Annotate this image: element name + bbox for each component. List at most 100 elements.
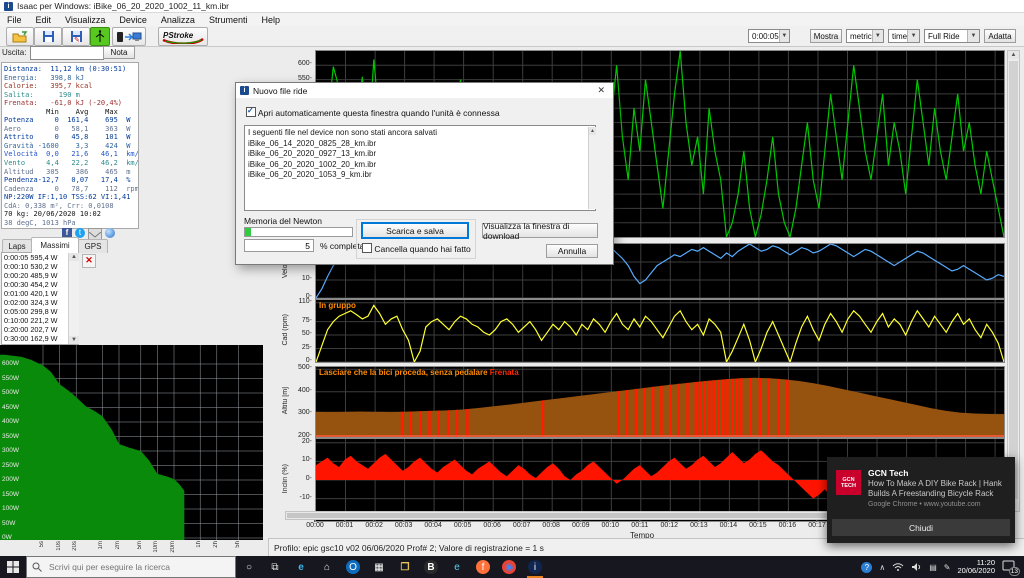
menu-analizza[interactable]: Analizza bbox=[154, 15, 202, 25]
start-button[interactable] bbox=[0, 556, 26, 578]
taskbar-icon-cortana[interactable]: ○ bbox=[236, 556, 262, 578]
auto-open-label: Apri automaticamente questa finestra qua… bbox=[258, 108, 500, 118]
action-center-icon[interactable]: 13 bbox=[1002, 560, 1018, 574]
taskbar-icon-firefox[interactable]: f bbox=[470, 556, 496, 578]
file-list-item[interactable]: iBike_06_20_2020_0927_13_km.ibr bbox=[248, 149, 592, 160]
stat-line: Cadenza 0 78,7 112 rpm bbox=[4, 185, 138, 194]
taskbar-search[interactable] bbox=[26, 556, 236, 578]
home-icon: ⌂ bbox=[320, 560, 334, 574]
taskbar-icon-task-view[interactable]: ⧉ bbox=[262, 556, 288, 578]
max-list-item[interactable]: 0:30:00 162,9 W bbox=[2, 334, 78, 343]
uscita-input[interactable] bbox=[30, 46, 104, 60]
file-list-scrollbar[interactable]: ▲ bbox=[588, 127, 596, 209]
menu-help[interactable]: Help bbox=[254, 15, 287, 25]
taskbar-icon-internet-explorer[interactable]: e bbox=[444, 556, 470, 578]
adatta-button[interactable]: Adatta bbox=[984, 29, 1016, 43]
nota-button[interactable]: Nota bbox=[103, 46, 135, 59]
taskbar-clock[interactable]: 11:20 20/06/2020 bbox=[957, 559, 995, 576]
percent-value-field[interactable]: 5 bbox=[244, 239, 314, 252]
open-file-button[interactable] bbox=[6, 27, 34, 46]
unsaved-files-list[interactable]: I seguenti file nel device non sono stat… bbox=[244, 125, 596, 211]
max-list-item[interactable]: 0:01:00 420,1 W bbox=[2, 289, 78, 298]
taskbar-icon-home[interactable]: ⌂ bbox=[314, 556, 340, 578]
v-scroll-thumb[interactable] bbox=[1009, 61, 1018, 499]
wifi-icon[interactable] bbox=[892, 562, 904, 572]
notification-close-button[interactable]: Chiudi bbox=[832, 519, 1010, 536]
download-from-device-button[interactable] bbox=[112, 27, 146, 46]
max-list-scrollbar[interactable]: ▲ ▼ bbox=[68, 253, 79, 344]
dialog-title-bar[interactable]: i Nuovo file ride ✕ bbox=[236, 83, 613, 98]
taskbar-icon-file-explorer[interactable]: ❐ bbox=[392, 556, 418, 578]
x-tick-label: 00:01 bbox=[330, 522, 360, 529]
auto-open-checkbox[interactable] bbox=[246, 107, 256, 117]
file-list-item[interactable]: iBike_06_14_2020_0825_28_km.ibr bbox=[248, 139, 592, 150]
x-tick-label: 00:12 bbox=[654, 522, 684, 529]
max-list-item[interactable]: 0:10:00 221,2 W bbox=[2, 316, 78, 325]
cancel-button[interactable]: Annulla bbox=[546, 244, 598, 258]
max-list-item[interactable]: 0:00:30 454,2 W bbox=[2, 280, 78, 289]
dialog-close-icon[interactable]: ✕ bbox=[593, 85, 609, 96]
stat-line: Distanza: 11,12 km (0:30:51) bbox=[4, 65, 138, 74]
pdc-x-label-text: 5m bbox=[137, 541, 143, 549]
annotation-text: Frenata bbox=[490, 368, 519, 377]
taskbar-icon-edge[interactable]: e bbox=[288, 556, 314, 578]
charts-v-scrollbar[interactable]: ▲ ▼ bbox=[1007, 50, 1020, 512]
taskbar-icon-isaac-app[interactable]: i bbox=[522, 556, 548, 578]
xaxis-select[interactable]: time▼ bbox=[888, 29, 920, 43]
max-list-item[interactable]: 0:05:00 299,8 W bbox=[2, 307, 78, 316]
max-list-item[interactable]: 0:20:00 202,7 W bbox=[2, 325, 78, 334]
taskbar-icon-chrome[interactable]: ◉ bbox=[496, 556, 522, 578]
delete-when-done-checkbox[interactable] bbox=[362, 243, 372, 253]
tab-gps[interactable]: GPS bbox=[78, 239, 108, 253]
delete-entry-button[interactable]: ✕ bbox=[82, 254, 96, 268]
menu-visualizza[interactable]: Visualizza bbox=[58, 15, 112, 25]
volume-icon[interactable] bbox=[911, 562, 922, 572]
scroll-up-icon[interactable]: ▲ bbox=[1008, 51, 1019, 59]
scroll-up-icon[interactable]: ▲ bbox=[69, 253, 79, 261]
taskbar-icon-b-app[interactable]: B bbox=[418, 556, 444, 578]
notification-toast[interactable]: GCN TECH GCN Tech How To Make A DIY Bike… bbox=[827, 457, 1015, 543]
delete-when-done-row[interactable]: Cancella quando hai fatto bbox=[362, 243, 471, 254]
taskbar-icon-store[interactable]: ▦ bbox=[366, 556, 392, 578]
max-list-item[interactable]: 0:00:10 530,2 W bbox=[2, 262, 78, 271]
notification-body[interactable]: How To Make A DIY Bike Rack | Hank Build… bbox=[868, 479, 1008, 498]
file-list-item[interactable]: iBike_06_20_2020_1053_9_km.ibr bbox=[248, 170, 592, 181]
stat-line: Calorie: 395,7 kcal bbox=[4, 82, 138, 91]
pdc-x-label-text: 10m bbox=[153, 541, 159, 553]
scroll-down-icon[interactable]: ▼ bbox=[69, 336, 79, 344]
power-duration-chart[interactable] bbox=[0, 345, 263, 540]
max-list-item[interactable]: 0:00:05 595,4 W bbox=[2, 253, 78, 262]
pen-icon[interactable]: ✎ bbox=[944, 563, 951, 572]
menu-device[interactable]: Device bbox=[112, 15, 154, 25]
chevron-up-icon[interactable]: ∧ bbox=[879, 563, 885, 572]
mostra-button[interactable]: Mostra bbox=[810, 29, 842, 43]
keyboard-icon[interactable]: ▤ bbox=[929, 563, 937, 572]
units-select[interactable]: metric▼ bbox=[846, 29, 884, 43]
menu-strumenti[interactable]: Strumenti bbox=[202, 15, 255, 25]
help-icon[interactable]: ? bbox=[861, 562, 872, 573]
search-input[interactable] bbox=[47, 561, 231, 573]
file-list-item[interactable]: iBike_06_20_2020_1002_20_km.ibr bbox=[248, 160, 592, 171]
time-window-select[interactable]: 0:00:05▼ bbox=[748, 29, 790, 43]
max-list-item[interactable]: 0:00:20 485,9 W bbox=[2, 271, 78, 280]
save-button[interactable] bbox=[34, 27, 62, 46]
menu-file[interactable]: File bbox=[0, 15, 29, 25]
stat-line: Salita: 190 m bbox=[4, 91, 138, 100]
uscita-label: Uscita: bbox=[2, 48, 26, 57]
download-save-button[interactable]: Scarica e salva bbox=[362, 223, 468, 238]
auto-open-row[interactable]: Apri automaticamente questa finestra qua… bbox=[246, 107, 500, 118]
earth-icon[interactable] bbox=[105, 228, 115, 238]
max-list-item[interactable]: 0:02:00 324,3 W bbox=[2, 298, 78, 307]
range-select[interactable]: Full Ride▼ bbox=[924, 29, 980, 43]
menu-edit[interactable]: Edit bbox=[29, 15, 59, 25]
usb-connect-button[interactable] bbox=[90, 27, 110, 46]
save-as-button[interactable]: ✎ bbox=[62, 27, 90, 46]
taskbar-icon-outlook[interactable]: O bbox=[340, 556, 366, 578]
cadence-chart[interactable] bbox=[315, 299, 1005, 363]
scroll-up-icon[interactable]: ▲ bbox=[589, 127, 596, 135]
tab-laps[interactable]: Laps bbox=[2, 239, 32, 253]
tab-massimi[interactable]: Massimi bbox=[31, 237, 79, 253]
view-download-window-button[interactable]: Visualizza la finestra di download bbox=[482, 223, 598, 238]
pstroke-button[interactable]: PStroke bbox=[158, 27, 208, 46]
memory-progressbar bbox=[244, 227, 353, 237]
